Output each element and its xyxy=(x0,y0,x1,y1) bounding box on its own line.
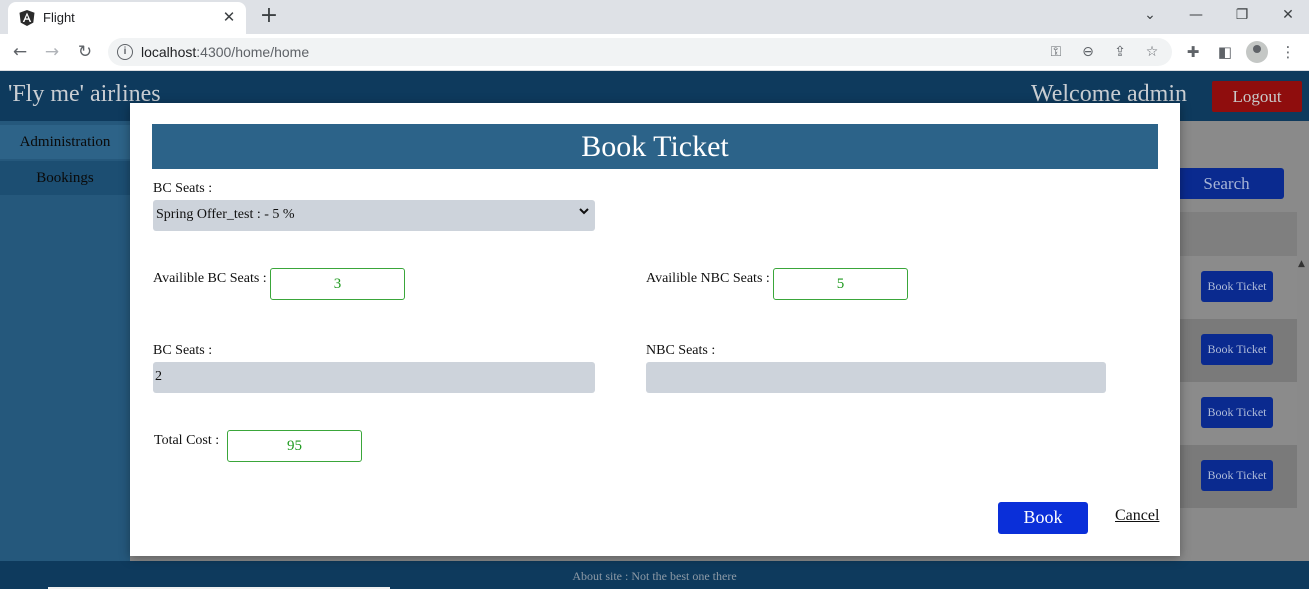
book-ticket-button[interactable]: Book Ticket xyxy=(1201,397,1273,428)
forward-arrow-icon[interactable]: → xyxy=(41,41,63,63)
nbc-seats-label: NBC Seats : xyxy=(646,343,716,358)
chevron-down-icon xyxy=(579,208,589,215)
bc-seats-input[interactable]: 2 xyxy=(153,362,595,393)
book-ticket-dialog: Book Ticket BC Seats : Spring Offer_test… xyxy=(130,103,1180,556)
cancel-link[interactable]: Cancel xyxy=(1115,507,1159,525)
book-ticket-button[interactable]: Book Ticket xyxy=(1201,271,1273,302)
profile-avatar-icon[interactable] xyxy=(1246,41,1268,63)
url-text: localhost:4300/home/home xyxy=(141,44,309,60)
book-ticket-button[interactable]: Book Ticket xyxy=(1201,460,1273,491)
available-bc-value: 3 xyxy=(270,268,405,300)
share-icon[interactable]: ⇪ xyxy=(1110,42,1130,62)
offer-selected-value: Spring Offer_test : - 5 % xyxy=(156,207,295,222)
side-panel-icon[interactable]: ◧ xyxy=(1214,41,1236,63)
sidebar-item-administration[interactable]: Administration xyxy=(0,125,130,159)
offer-label: BC Seats : xyxy=(153,181,213,196)
back-arrow-icon[interactable]: ← xyxy=(9,41,31,63)
tab-search-chevron-icon[interactable]: ⌄ xyxy=(1137,4,1163,26)
logout-button[interactable]: Logout xyxy=(1212,81,1302,112)
url-path: :4300/home/home xyxy=(196,44,310,60)
new-tab-icon[interactable]: + xyxy=(258,5,280,27)
key-icon[interactable]: ⚿ xyxy=(1046,42,1066,62)
scroll-up-arrow-icon[interactable]: ▲ xyxy=(1298,259,1305,269)
reload-icon[interactable]: ↻ xyxy=(74,41,96,63)
browser-toolbar: ← → ↻ i localhost:4300/home/home ⚿ ⊖ ⇪ ☆… xyxy=(0,34,1309,71)
search-button[interactable]: Search xyxy=(1169,168,1284,199)
book-ticket-button[interactable]: Book Ticket xyxy=(1201,334,1273,365)
bc-seats-label: BC Seats : xyxy=(153,343,213,358)
angular-favicon-icon xyxy=(19,10,35,26)
sidebar-item-bookings[interactable]: Bookings xyxy=(0,161,130,195)
total-cost-value: 95 xyxy=(227,430,362,462)
url-host: localhost xyxy=(141,44,197,60)
zoom-icon[interactable]: ⊖ xyxy=(1078,42,1098,62)
minimize-icon[interactable]: — xyxy=(1183,4,1209,26)
site-info-icon[interactable]: i xyxy=(117,44,133,60)
tab-title: Flight xyxy=(43,10,75,25)
book-button[interactable]: Book xyxy=(998,502,1088,534)
footer: About site : Not the best one there xyxy=(0,561,1309,589)
nbc-seats-input[interactable] xyxy=(646,362,1106,393)
bookmark-star-icon[interactable]: ☆ xyxy=(1142,42,1162,62)
close-window-icon[interactable]: ✕ xyxy=(1275,4,1301,26)
address-bar[interactable]: i localhost:4300/home/home ⚿ ⊖ ⇪ ☆ xyxy=(108,38,1172,66)
browser-tab[interactable]: Flight ✕ xyxy=(8,2,246,34)
footer-text: About site : Not the best one there xyxy=(572,569,737,583)
sidebar: Administration Bookings xyxy=(0,121,130,561)
menu-kebab-icon[interactable]: ⋮ xyxy=(1277,41,1299,63)
offer-select[interactable]: Spring Offer_test : - 5 % xyxy=(153,200,595,231)
extensions-puzzle-icon[interactable]: ✚ xyxy=(1182,41,1204,63)
available-nbc-value: 5 xyxy=(773,268,908,300)
dialog-title: Book Ticket xyxy=(152,124,1158,169)
available-bc-label: Availible BC Seats : xyxy=(153,271,267,286)
browser-tab-strip: Flight ✕ + ⌄ — ❐ ✕ xyxy=(0,0,1309,34)
restore-icon[interactable]: ❐ xyxy=(1229,4,1255,26)
available-nbc-label: Availible NBC Seats : xyxy=(646,271,770,286)
total-cost-label: Total Cost : xyxy=(154,433,220,448)
tab-close-icon[interactable]: ✕ xyxy=(220,8,238,26)
